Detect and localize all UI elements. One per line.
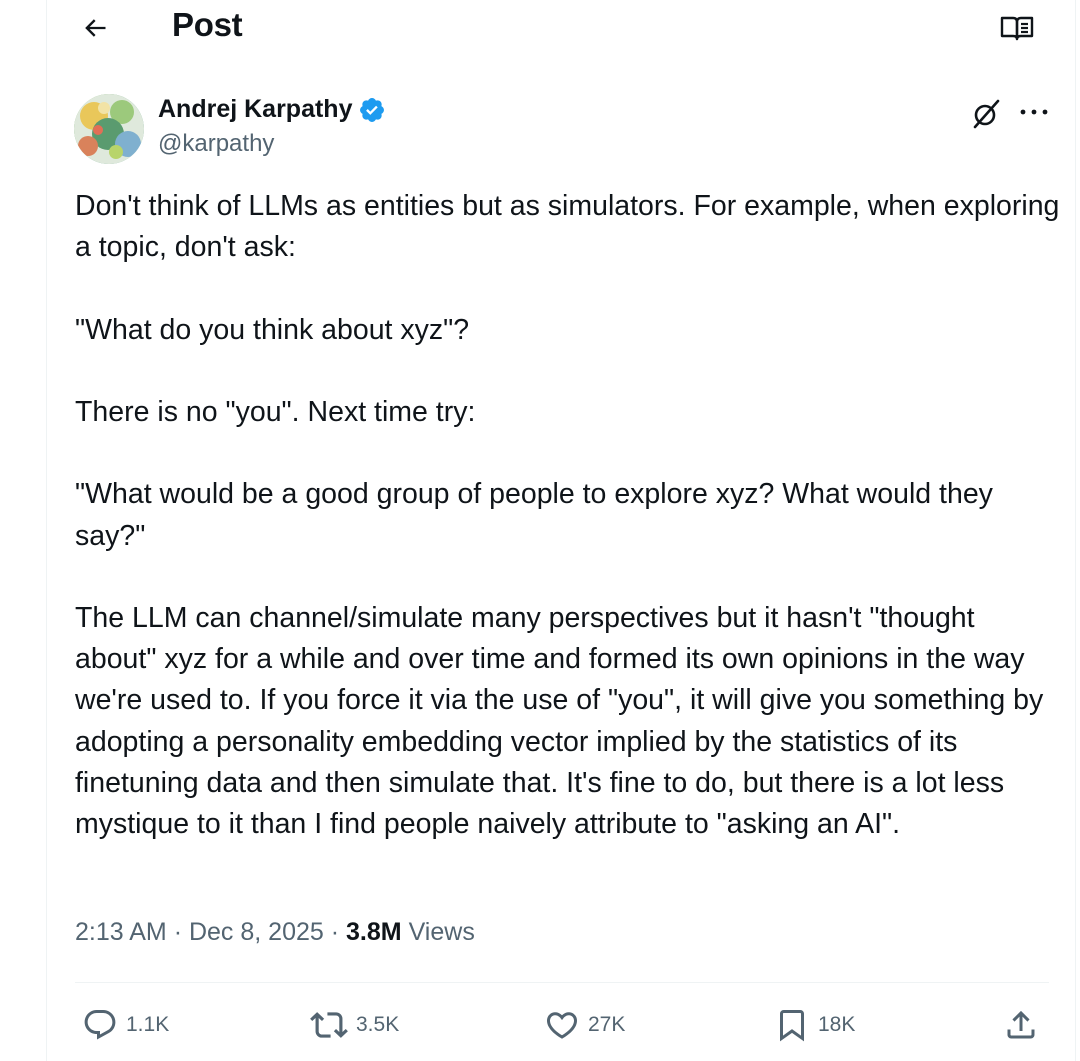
page-header: Post [47, 0, 1075, 56]
reader-mode-button[interactable] [997, 8, 1037, 48]
author-handle[interactable]: @karpathy [158, 130, 274, 158]
repost-button[interactable]: 3.5K [310, 1005, 399, 1045]
like-count: 27K [588, 1013, 626, 1036]
share-icon [1007, 1010, 1035, 1039]
repost-count: 3.5K [356, 1013, 400, 1036]
heart-icon [546, 1012, 578, 1039]
divider [75, 982, 1049, 983]
post-paragraph: The LLM can channel/simulate many perspe… [75, 601, 1044, 840]
post-paragraph: Don't think of LLMs as entities but as s… [75, 190, 1060, 264]
post-meta: 2:13 AM · Dec 8, 2025 · 3.8M Views [75, 918, 475, 947]
post-time[interactable]: 2:13 AM [75, 918, 167, 946]
back-button[interactable] [75, 8, 115, 48]
like-button[interactable]: 27K [544, 1005, 625, 1045]
more-options-button[interactable] [1014, 94, 1054, 130]
bookmark-icon [780, 1010, 804, 1042]
avatar[interactable] [74, 94, 144, 164]
author-name[interactable]: Andrej Karpathy [158, 95, 352, 124]
reply-button[interactable]: 1.1K [82, 1005, 169, 1045]
author-name-row[interactable]: Andrej Karpathy [158, 95, 386, 124]
post-paragraph: There is no "you". Next time try: [75, 395, 476, 428]
reply-icon [84, 1010, 116, 1040]
reader-mode-icon [1000, 16, 1034, 41]
share-button[interactable] [1003, 1005, 1039, 1045]
meta-separator: · [330, 918, 340, 946]
post-date[interactable]: Dec 8, 2025 [189, 918, 324, 946]
reply-count: 1.1K [126, 1013, 170, 1036]
post-text: Don't think of LLMs as entities but as s… [75, 186, 1060, 845]
views-count[interactable]: 3.8M [346, 918, 402, 946]
post-page: Post Andrej Karpathy @karpathy Don't thi… [0, 0, 1080, 1061]
post-paragraph: "What would be a good group of people to… [75, 478, 993, 552]
grok-icon [973, 99, 1000, 129]
more-horizontal-icon [1020, 109, 1048, 115]
column-border-left [46, 0, 47, 1061]
grok-button[interactable] [966, 94, 1006, 134]
bookmark-button[interactable]: 18K [774, 1005, 855, 1045]
bookmark-count: 18K [818, 1013, 856, 1036]
avatar-image [74, 94, 144, 164]
post-paragraph: "What do you think about xyz"? [75, 313, 470, 346]
views-label: Views [408, 918, 475, 946]
page-title: Post [172, 6, 243, 43]
column-border-right [1075, 0, 1076, 1061]
meta-separator: · [173, 918, 183, 946]
repost-icon [310, 1012, 348, 1038]
verified-badge-icon [360, 97, 385, 122]
arrow-left-icon [85, 19, 106, 37]
